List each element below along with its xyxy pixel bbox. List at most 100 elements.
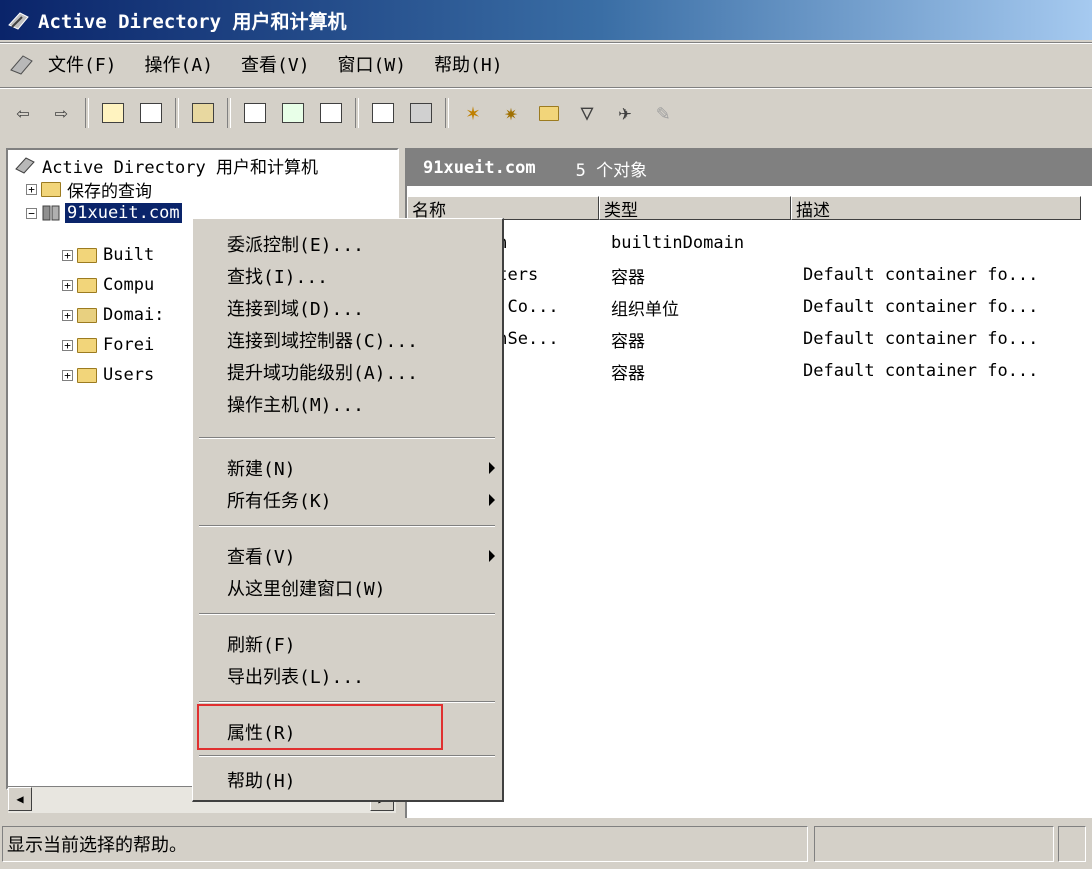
aduc-icon[interactable] bbox=[8, 50, 36, 78]
expand-icon[interactable]: + bbox=[62, 309, 73, 321]
column-desc[interactable]: 描述 bbox=[791, 196, 1081, 221]
cell-desc: Default container fo... bbox=[803, 265, 1039, 285]
folder-icon bbox=[77, 277, 97, 293]
aduc-icon bbox=[15, 157, 35, 174]
menu-item-connect-domain[interactable]: 连接到域(D)... bbox=[227, 293, 364, 323]
menu-item-label: 查看(V) bbox=[227, 547, 296, 568]
submenu-arrow-icon bbox=[489, 550, 495, 562]
cell-type: 容器 bbox=[611, 267, 645, 288]
menu-separator bbox=[199, 613, 495, 615]
tree-item-label: 保存的查询 bbox=[67, 181, 152, 202]
menu-item-refresh[interactable]: 刷新(F) bbox=[227, 629, 296, 659]
tree-root[interactable]: Active Directory 用户和计算机 bbox=[14, 154, 318, 178]
collapse-icon[interactable]: − bbox=[26, 207, 37, 219]
toolbar: ⇦ ⇨ ✶ ✷ ▽ ✈ ✎ bbox=[0, 90, 1092, 136]
tree-item-label: Domai: bbox=[103, 305, 165, 325]
menu-item-label: 所有任务(K) bbox=[227, 491, 332, 512]
export-list-icon[interactable] bbox=[316, 98, 346, 128]
cell-name: gnSe... bbox=[487, 329, 559, 349]
status-panel bbox=[1058, 826, 1086, 862]
tree-item-label: Users bbox=[103, 365, 155, 385]
tree-item-domain[interactable]: − 91xueit.com bbox=[26, 202, 182, 224]
tree-item-label: Compu bbox=[103, 275, 155, 295]
menu-window[interactable]: 窗口(W) bbox=[338, 51, 407, 77]
menu-item-connect-dc[interactable]: 连接到域控制器(C)... bbox=[227, 325, 418, 355]
cell-desc: Default container fo... bbox=[803, 297, 1039, 317]
list-item[interactable]: in builtinDomain bbox=[487, 228, 803, 258]
folder-icon bbox=[41, 181, 61, 197]
console-icon[interactable] bbox=[406, 98, 436, 128]
refresh-icon[interactable] bbox=[278, 98, 308, 128]
tree-item-domain-controllers[interactable]: + Domai: bbox=[62, 304, 164, 326]
menu-item-delegate[interactable]: 委派控制(E)... bbox=[227, 229, 364, 259]
tree-item-saved-queries[interactable]: + 保存的查询 bbox=[26, 178, 152, 202]
new-ou-icon[interactable] bbox=[534, 98, 564, 128]
filter-icon[interactable]: ▽ bbox=[572, 98, 602, 128]
list-item[interactable]: uters 容器 Default container fo... bbox=[487, 260, 1038, 290]
aduc-icon bbox=[8, 12, 29, 30]
folder-icon bbox=[77, 367, 97, 383]
cell-name: n Co... bbox=[487, 297, 559, 317]
tree-item-builtin[interactable]: + Built bbox=[62, 244, 154, 266]
tree-item-label: Forei bbox=[103, 335, 155, 355]
ou-folder-icon bbox=[77, 307, 97, 323]
tree-item-label: Built bbox=[103, 245, 155, 265]
status-text: 显示当前选择的帮助。 bbox=[2, 826, 808, 862]
toolbar-separator bbox=[175, 98, 179, 128]
menu-item-new[interactable]: 新建(N) bbox=[227, 453, 497, 483]
expand-icon[interactable]: + bbox=[62, 279, 73, 291]
menu-item-raise-level[interactable]: 提升域功能级别(A)... bbox=[227, 357, 418, 387]
tree-item-foreign[interactable]: + Forei bbox=[62, 334, 154, 356]
details-pane[interactable]: 91xueit.com 5 个对象 名称 类型 描述 in builtinDom… bbox=[405, 148, 1092, 818]
toolbar-separator bbox=[355, 98, 359, 128]
paste-icon[interactable] bbox=[188, 98, 218, 128]
new-user-icon[interactable]: ✶ bbox=[458, 98, 488, 128]
scroll-left-icon[interactable]: ◀ bbox=[8, 787, 32, 811]
forward-icon[interactable]: ⇨ bbox=[46, 98, 76, 128]
column-type[interactable]: 类型 bbox=[599, 196, 791, 221]
help-icon[interactable] bbox=[368, 98, 398, 128]
list-item[interactable]: n Co... 组织单位 Default container fo... bbox=[487, 292, 1038, 322]
tree-item-users[interactable]: + Users bbox=[62, 364, 154, 386]
tree-root-label: Active Directory 用户和计算机 bbox=[42, 157, 318, 178]
menu-item-export-list[interactable]: 导出列表(L)... bbox=[227, 661, 364, 691]
list-item[interactable]: gnSe... 容器 Default container fo... bbox=[487, 324, 1038, 354]
toolbar-separator bbox=[85, 98, 89, 128]
column-name[interactable]: 名称 bbox=[407, 196, 599, 221]
properties-icon[interactable] bbox=[240, 98, 270, 128]
status-panel bbox=[814, 826, 1054, 862]
cell-desc: Default container fo... bbox=[803, 361, 1039, 381]
up-folder-icon[interactable] bbox=[98, 98, 128, 128]
menu-item-help[interactable]: 帮助(H) bbox=[227, 765, 296, 795]
add-to-group-icon[interactable]: ✎ bbox=[648, 98, 678, 128]
divider bbox=[0, 87, 1092, 89]
show-hide-tree-icon[interactable] bbox=[136, 98, 166, 128]
expand-icon[interactable]: + bbox=[62, 249, 73, 261]
status-bar: 显示当前选择的帮助。 bbox=[0, 822, 1092, 866]
menu-help[interactable]: 帮助(H) bbox=[434, 51, 503, 77]
tree-item-computers[interactable]: + Compu bbox=[62, 274, 154, 296]
cell-name: in bbox=[487, 233, 611, 253]
list-item[interactable]: s 容器 Default container fo... bbox=[487, 356, 1038, 386]
menu-item-all-tasks[interactable]: 所有任务(K) bbox=[227, 485, 497, 515]
menu-item-view[interactable]: 查看(V) bbox=[227, 541, 497, 571]
highlight-box bbox=[197, 704, 443, 750]
expand-icon[interactable]: + bbox=[62, 339, 73, 351]
menu-view[interactable]: 查看(V) bbox=[241, 51, 310, 77]
new-group-icon[interactable]: ✷ bbox=[496, 98, 526, 128]
menu-file[interactable]: 文件(F) bbox=[48, 51, 117, 77]
menu-item-find[interactable]: 查找(I)... bbox=[227, 261, 328, 291]
expand-icon[interactable]: + bbox=[26, 183, 37, 195]
cell-type: 容器 bbox=[611, 331, 645, 352]
expand-icon[interactable]: + bbox=[62, 369, 73, 381]
back-icon[interactable]: ⇦ bbox=[8, 98, 38, 128]
toolbar-separator bbox=[227, 98, 231, 128]
menu-separator bbox=[199, 525, 495, 527]
menu-action[interactable]: 操作(A) bbox=[145, 51, 214, 77]
find-icon[interactable]: ✈ bbox=[610, 98, 640, 128]
submenu-arrow-icon bbox=[489, 494, 495, 506]
menu-item-operations-masters[interactable]: 操作主机(M)... bbox=[227, 389, 364, 419]
menu-item-new-window[interactable]: 从这里创建窗口(W) bbox=[227, 573, 386, 603]
details-domain: 91xueit.com bbox=[423, 158, 536, 178]
details-header: 91xueit.com 5 个对象 bbox=[407, 150, 1092, 186]
